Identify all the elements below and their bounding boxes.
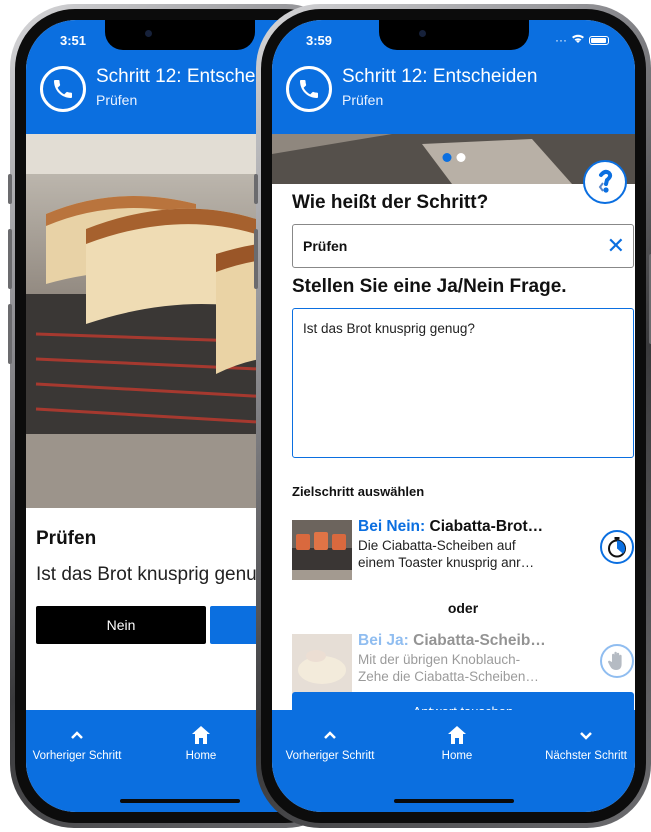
phone-frame-front: 3:59 ··· Schritt 12: Entscheiden Prüfen <box>254 4 651 828</box>
chevron-down-icon <box>536 724 635 746</box>
header-subtitle: Prüfen <box>96 92 138 108</box>
step-name-value: Prüfen <box>303 238 348 254</box>
side-button <box>254 174 258 204</box>
yes-target-desc-2: Zehe die Ciabatta-Scheiben… <box>358 669 539 684</box>
phone-icon[interactable] <box>286 66 332 112</box>
yes-target-desc-1: Mit der übrigen Knoblauch- <box>358 652 521 667</box>
side-button <box>8 304 12 364</box>
signal-icon: ··· <box>555 33 567 47</box>
screen-front: 3:59 ··· Schritt 12: Entscheiden Prüfen <box>272 20 635 812</box>
status-time: 3:51 <box>60 33 87 48</box>
header-subtitle: Prüfen <box>342 92 384 108</box>
side-button <box>8 174 12 204</box>
header-row: Schritt 12: Entscheiden Prüfen <box>272 60 635 132</box>
prev-step-button[interactable]: Vorheriger Schritt <box>32 724 122 762</box>
step-title: Prüfen <box>36 528 97 549</box>
hand-icon[interactable] <box>600 644 634 678</box>
stopwatch-icon[interactable] <box>600 530 634 564</box>
bottom-nav: Vorheriger Schritt Home Nächster Schritt <box>272 710 635 812</box>
no-target-title: Bei Nein: Ciabatta-Brot… <box>358 518 588 536</box>
prev-step-button[interactable]: Vorheriger Schritt <box>280 724 380 762</box>
chevron-up-icon <box>280 724 380 746</box>
home-button[interactable]: Home <box>176 724 226 762</box>
step-question: Ist das Brot knusprig genug? <box>36 564 278 585</box>
camera-dot <box>418 30 426 37</box>
no-button[interactable]: Nein <box>36 606 206 644</box>
yes-target-title: Bei Ja: Ciabatta-Scheib… <box>358 632 588 650</box>
question-textarea[interactable]: Ist das Brot knusprig genug? <box>292 308 634 458</box>
prev-step-label: Vorheriger Schritt <box>285 750 375 762</box>
home-label: Home <box>185 750 217 762</box>
clear-icon[interactable]: ✕ <box>607 235 625 257</box>
name-label: Wie heißt der Schritt? <box>292 192 489 213</box>
status-time: 3:59 <box>306 33 333 48</box>
chevron-up-icon <box>32 724 122 746</box>
carousel-dots[interactable] <box>442 153 465 162</box>
prev-step-label: Vorheriger Schritt <box>32 750 122 762</box>
no-target-desc-1: Die Ciabatta-Scheiben auf <box>358 538 516 553</box>
side-button <box>8 229 12 289</box>
notch <box>378 20 529 50</box>
yes-target-row[interactable]: Bei Ja: Ciabatta-Scheib… Mit der übrigen… <box>292 630 634 694</box>
wifi-icon <box>571 33 585 47</box>
home-icon <box>432 724 482 746</box>
no-target-desc-2: einem Toaster knusprig anr… <box>358 555 535 570</box>
home-indicator <box>120 799 240 803</box>
yes-target-name: Ciabatta-Scheib… <box>413 632 546 649</box>
side-button <box>254 229 258 289</box>
no-target-row[interactable]: Bei Nein: Ciabatta-Brot… Die Ciabatta-Sc… <box>292 516 634 580</box>
home-label: Home <box>441 750 473 762</box>
or-divider: oder <box>447 600 479 616</box>
phone-icon[interactable] <box>40 66 86 112</box>
battery-icon <box>589 35 609 45</box>
yes-target-thumbnail <box>292 634 352 694</box>
carousel-dot[interactable] <box>456 153 465 162</box>
phone-bezel-front: 3:59 ··· Schritt 12: Entscheiden Prüfen <box>261 9 646 823</box>
question-label: Stellen Sie eine Ja/Nein Frage. <box>292 276 567 297</box>
home-button[interactable]: Home <box>432 724 482 762</box>
no-target-thumbnail <box>292 520 352 580</box>
next-step-label: Nächster Schritt <box>545 750 627 762</box>
header-title: Schritt 12: Entscheiden <box>342 66 538 87</box>
no-prefix: Bei Nein: <box>358 518 426 535</box>
yes-prefix: Bei Ja: <box>358 632 409 649</box>
help-icon[interactable] <box>583 160 627 204</box>
next-step-button[interactable]: Nächster Schritt <box>536 724 635 762</box>
home-icon <box>176 724 226 746</box>
home-indicator <box>393 799 514 803</box>
camera-dot <box>145 30 152 37</box>
status-icons: ··· <box>555 33 609 47</box>
notch <box>105 20 255 50</box>
step-name-input[interactable]: Prüfen ✕ <box>292 224 634 268</box>
question-value: Ist das Brot knusprig genug? <box>303 321 475 336</box>
carousel-dot[interactable] <box>442 153 451 162</box>
target-step-label: Zielschritt auswählen <box>292 484 425 499</box>
no-target-name: Ciabatta-Brot… <box>429 518 544 535</box>
